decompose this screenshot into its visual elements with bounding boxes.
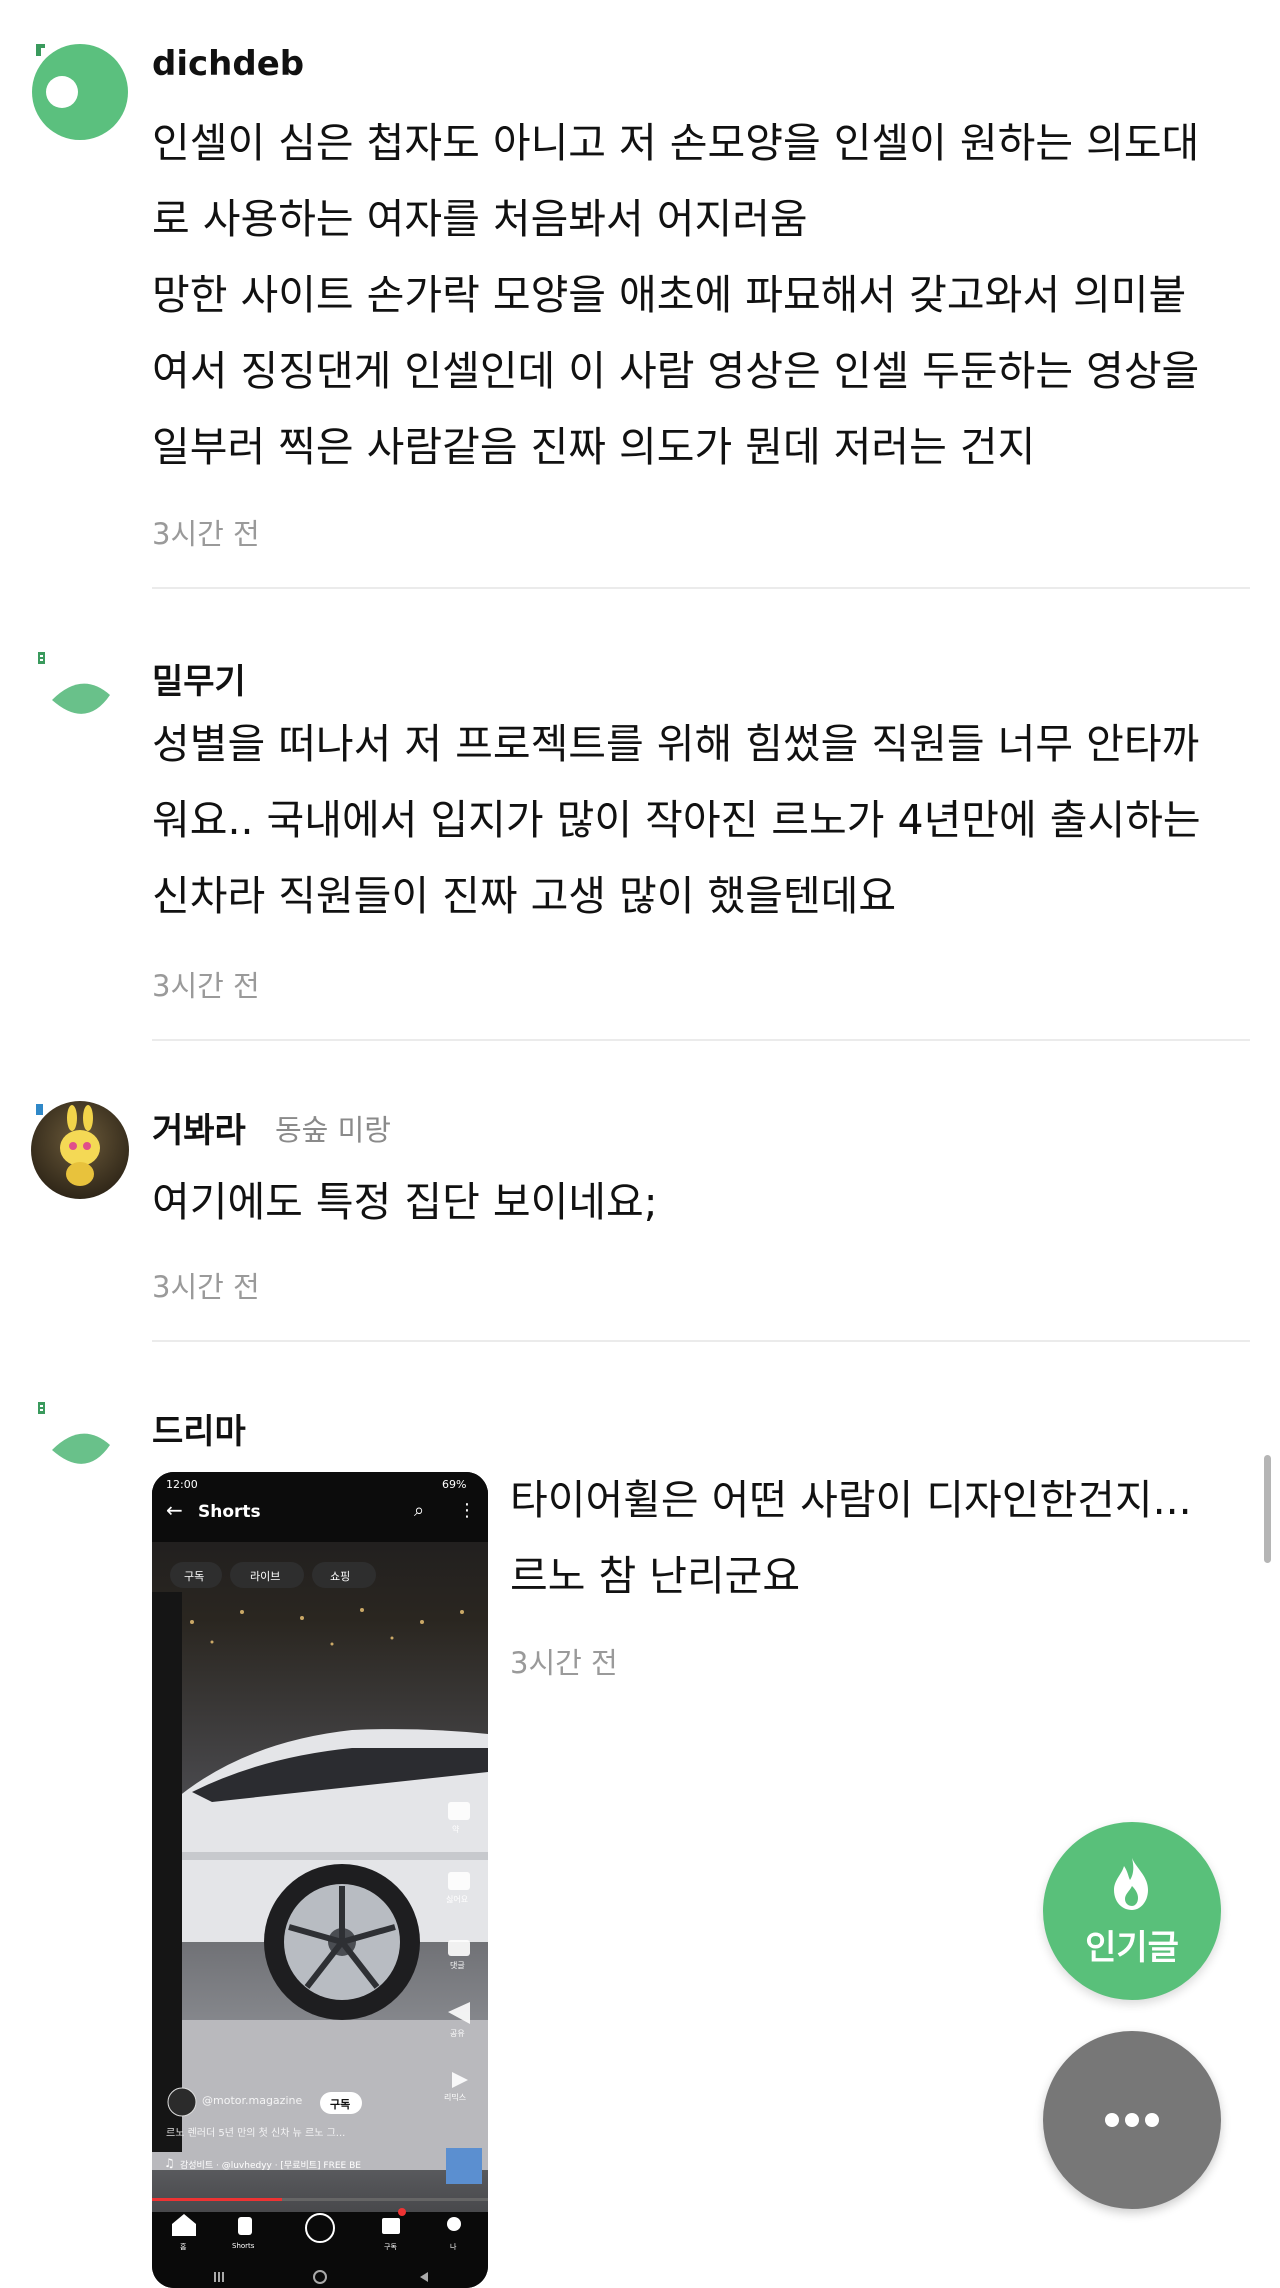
music-info: 감성비트 · @luvhedyy · [무료비트] FREE BE — [180, 2161, 361, 2171]
comment-line: 르노 참 난리군요 — [510, 1552, 801, 1600]
comment-line: 일부러 찍은 사람같음 진짜 의도가 뭔데 저러는 건지 — [152, 423, 1036, 471]
comment-timestamp: 3시간 전 — [152, 517, 260, 551]
comment-line: 타이어휠은 어떤 사람이 디자인한건지... — [510, 1476, 1192, 1524]
status-time: 12:00 — [166, 1478, 198, 1491]
side-action-label: 약 — [452, 1825, 460, 1834]
comment-line: 여기에도 특정 집단 보이네요; — [152, 1178, 658, 1226]
music-icon: ♫ — [164, 2156, 175, 2170]
nav-label: 홈 — [180, 2243, 187, 2251]
video-caption: 르노 렌러더 5년 만의 첫 신차 뉴 르노 그... — [166, 2128, 346, 2139]
nav-label: Shorts — [232, 2242, 255, 2250]
more-dots-icon — [1105, 2113, 1159, 2127]
status-battery: 69% — [442, 1478, 467, 1491]
side-action-label: 댓글 — [450, 1961, 465, 1970]
divider — [152, 1039, 1250, 1041]
comment-line: 신차라 직원들이 진짜 고생 많이 했을텐데요 — [152, 872, 897, 920]
back-arrow-icon: ← — [166, 1498, 183, 1522]
username[interactable]: 거봐라 — [152, 1103, 246, 1152]
search-icon: ⌕ — [414, 1500, 425, 1521]
channel-name: @motor.magazine — [202, 2094, 303, 2107]
username[interactable]: 밀무기 — [152, 654, 246, 703]
flame-icon — [1114, 1858, 1148, 1910]
divider — [152, 1340, 1250, 1342]
shorts-header-title: Shorts — [198, 1502, 261, 1522]
comment-line: 로 사용하는 여자를 처음봐서 어지러움 — [152, 195, 808, 243]
attached-image-thumbnail[interactable]: 12:00 69% ← Shorts ⌕ ⋮ 구독 라이브 쇼핑 약 싫어요 댓… — [152, 1472, 488, 2288]
comment-line: 인셀이 심은 첩자도 아니고 저 손모양을 인셀이 원하는 의도대 — [152, 119, 1200, 167]
subscribe-label: 구독 — [330, 2098, 351, 2111]
more-options-button[interactable] — [1043, 2031, 1221, 2209]
comment-line: 워요.. 국내에서 입지가 많이 작아진 르노가 4년만에 출시하는 — [152, 796, 1201, 844]
avatar[interactable] — [30, 650, 130, 750]
user-tag: 동숲 미랑 — [275, 1113, 391, 1147]
popular-posts-label: 인기글 — [1085, 1928, 1179, 1968]
avatar[interactable] — [30, 40, 130, 140]
nav-label: 나 — [450, 2243, 457, 2251]
comment-text: 여기에도 특정 집단 보이네요; — [152, 1164, 1257, 1240]
nav-label: 구독 — [384, 2243, 397, 2251]
comment-text: 성별을 떠나서 저 프로젝트를 위해 힘썼을 직원들 너무 안타까 워요.. 국… — [152, 706, 1257, 934]
comment-line: 여서 징징댄게 인셀인데 이 사람 영상은 인셀 두둔하는 영상을 — [152, 347, 1200, 395]
side-action-label: 리믹스 — [444, 2093, 467, 2102]
divider — [152, 587, 1250, 589]
avatar[interactable] — [30, 1400, 130, 1500]
side-action-label: 공유 — [450, 2029, 465, 2038]
comment-timestamp: 3시간 전 — [152, 969, 260, 1003]
comment-text: 타이어휠은 어떤 사람이 디자인한건지... 르노 참 난리군요 — [510, 1462, 1230, 1614]
username[interactable]: dichdeb — [152, 44, 304, 84]
popular-posts-button[interactable]: 인기글 — [1043, 1822, 1221, 2000]
more-vertical-icon: ⋮ — [458, 1500, 476, 1521]
comment-timestamp: 3시간 전 — [510, 1646, 618, 1680]
chip-label: 쇼핑 — [330, 1570, 351, 1583]
chip-label: 구독 — [184, 1570, 205, 1583]
avatar[interactable] — [30, 1100, 130, 1200]
chip-label: 라이브 — [250, 1570, 281, 1583]
comment-timestamp: 3시간 전 — [152, 1270, 260, 1304]
username[interactable]: 드리마 — [152, 1404, 246, 1453]
comment-line: 성별을 떠나서 저 프로젝트를 위해 힘썼을 직원들 너무 안타까 — [152, 720, 1200, 768]
scrollbar[interactable] — [1264, 1455, 1271, 1563]
comment-text: 인셀이 심은 첩자도 아니고 저 손모양을 인셀이 원하는 의도대 로 사용하는… — [152, 105, 1257, 485]
side-action-label: 싫어요 — [446, 1895, 469, 1904]
comment-line: 망한 사이트 손가락 모양을 애초에 파묘해서 갖고와서 의미붙 — [152, 271, 1187, 319]
